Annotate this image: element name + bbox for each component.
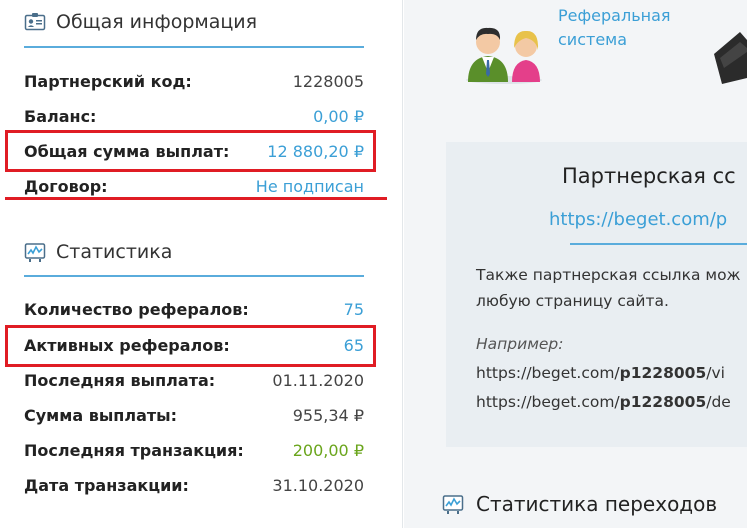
last-payout-value: 01.11.2020 [272, 370, 364, 390]
panel-examples: Например: https://beget.com/p1228005/vi … [476, 330, 731, 417]
example-label: Например: [476, 335, 564, 353]
general-info-heading: Общая информация [24, 9, 257, 35]
example-url-2: https://beget.com/p1228005/de [476, 393, 731, 411]
contract-status-link[interactable]: Не подписан [256, 177, 364, 196]
panel-text-line2: любую страницу сайта. [476, 292, 669, 310]
row-label: Дата транзакции: [24, 475, 189, 495]
id-card-icon [24, 11, 46, 33]
row-label: Сумма выплаты: [24, 405, 177, 425]
referral-count-link[interactable]: 75 [344, 300, 364, 319]
example-url-1: https://beget.com/p1228005/vi [476, 364, 725, 382]
stats-chart-icon [442, 493, 464, 515]
panel-title: Партнерская сс [562, 164, 736, 188]
row-label: Последняя выплата: [24, 370, 216, 390]
statistics-underline [24, 275, 364, 277]
general-info-title: Общая информация [56, 11, 258, 33]
highlight-box-total-payouts [5, 130, 376, 172]
stats-chart-icon [24, 241, 46, 263]
last-transaction-value: 200,00 ₽ [292, 440, 364, 460]
referral-link-line2: система [558, 30, 628, 49]
general-row-balance: Баланс: 0,00 ₽ [24, 101, 364, 131]
sidebar: Общая информация Партнерский код: 122800… [0, 0, 403, 528]
stats-row-transaction-date: Дата транзакции: 31.10.2020 [24, 470, 364, 500]
row-label: Договор: [24, 176, 108, 196]
stats-row-payout-amount: Сумма выплаты: 955,34 ₽ [24, 400, 364, 430]
transitions-stats-heading: Статистика переходов [442, 490, 717, 518]
panel-url-underline [570, 243, 747, 245]
general-row-partner-code: Партнерский код: 1228005 [24, 66, 364, 96]
row-label: Последняя транзакция: [24, 440, 244, 460]
general-info-underline [24, 46, 364, 48]
payout-amount-value: 955,34 ₽ [292, 405, 364, 425]
statistics-heading: Статистика [24, 239, 172, 265]
partner-link-panel: Партнерская сс https://beget.com/p Также… [446, 142, 747, 447]
row-label: Партнерский код: [24, 71, 192, 91]
transitions-stats-title: Статистика переходов [476, 492, 718, 516]
referral-system-link[interactable]: Реферальная система [558, 4, 698, 52]
stats-row-last-transaction: Последняя транзакция: 200,00 ₽ [24, 435, 364, 465]
highlight-box-active-referrals [5, 325, 376, 367]
stats-row-last-payout: Последняя выплата: 01.11.2020 [24, 365, 364, 395]
row-label: Количество рефералов: [24, 299, 249, 319]
wallet-icon[interactable] [710, 18, 747, 88]
transaction-date-value: 31.10.2020 [272, 475, 364, 495]
people-icon[interactable] [462, 22, 546, 84]
statistics-title: Статистика [56, 241, 173, 263]
row-label: Баланс: [24, 106, 97, 126]
stats-row-referral-count: Количество рефералов: 75 [24, 294, 364, 324]
partner-code-value: 1228005 [292, 71, 364, 91]
panel-text-line1: Также партнерская ссылка мож [476, 266, 741, 284]
referral-link-line1: Реферальная [558, 6, 671, 25]
balance-link[interactable]: 0,00 ₽ [313, 107, 364, 126]
highlight-underline-contract [5, 197, 387, 200]
partner-url-link[interactable]: https://beget.com/p [549, 209, 727, 230]
panel-description: Также партнерская ссылка мож любую стран… [476, 262, 741, 314]
